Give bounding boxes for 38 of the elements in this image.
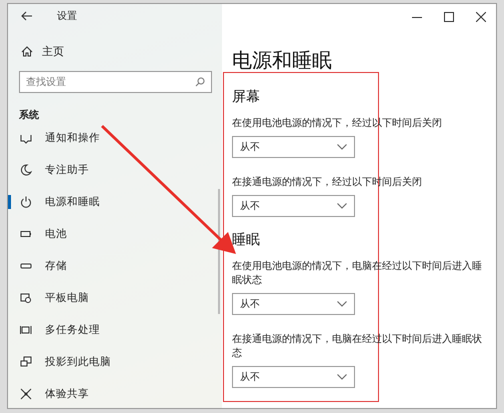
chevron-icon [337, 374, 347, 380]
sidebar-item[interactable]: 电源和睡眠 [8, 186, 222, 218]
dropdown[interactable]: 从不 [232, 195, 355, 217]
sidebar-item[interactable]: 存储 [8, 250, 222, 282]
sidebar-item[interactable]: 体验共享 [8, 378, 222, 408]
section-heading: 系统 [18, 108, 40, 122]
nav-icon [20, 132, 32, 144]
nav-icon [20, 388, 32, 400]
nav-icon [20, 228, 32, 240]
sidebar-item[interactable]: 多任务处理 [8, 314, 222, 346]
nav-icon [20, 164, 32, 176]
maximize-icon[interactable] [444, 12, 454, 22]
window-title: 设置 [57, 10, 77, 23]
chevron-icon [337, 203, 347, 209]
dropdown[interactable]: 从不 [232, 293, 355, 315]
dropdown[interactable]: 从不 [232, 366, 355, 388]
scrollbar[interactable] [218, 189, 220, 314]
nav-icon [20, 356, 32, 368]
search-icon [195, 77, 205, 87]
chevron-icon [337, 301, 347, 307]
sidebar-item[interactable]: 平板电脑 [8, 282, 222, 314]
back-icon[interactable] [21, 11, 33, 21]
dropdown[interactable]: 从不 [232, 136, 355, 158]
page-title: 电源和睡眠 [232, 47, 333, 74]
home-link[interactable]: 主页 [8, 28, 222, 59]
home-icon [21, 46, 33, 57]
sidebar-item[interactable]: 电池 [8, 218, 222, 250]
close-icon[interactable] [476, 12, 486, 22]
chevron-icon [337, 144, 347, 150]
sidebar-item[interactable]: 专注助手 [8, 154, 222, 186]
nav-icon [20, 292, 32, 304]
section-heading: 屏幕 [232, 88, 261, 106]
sidebar-item[interactable]: 投影到此电脑 [8, 346, 222, 378]
nav-icon [20, 324, 32, 336]
sidebar-item[interactable]: 通知和操作 [8, 122, 222, 154]
nav-icon [20, 196, 32, 208]
section-heading: 睡眠 [232, 231, 261, 249]
search-field[interactable]: 查找设置 [19, 71, 212, 93]
